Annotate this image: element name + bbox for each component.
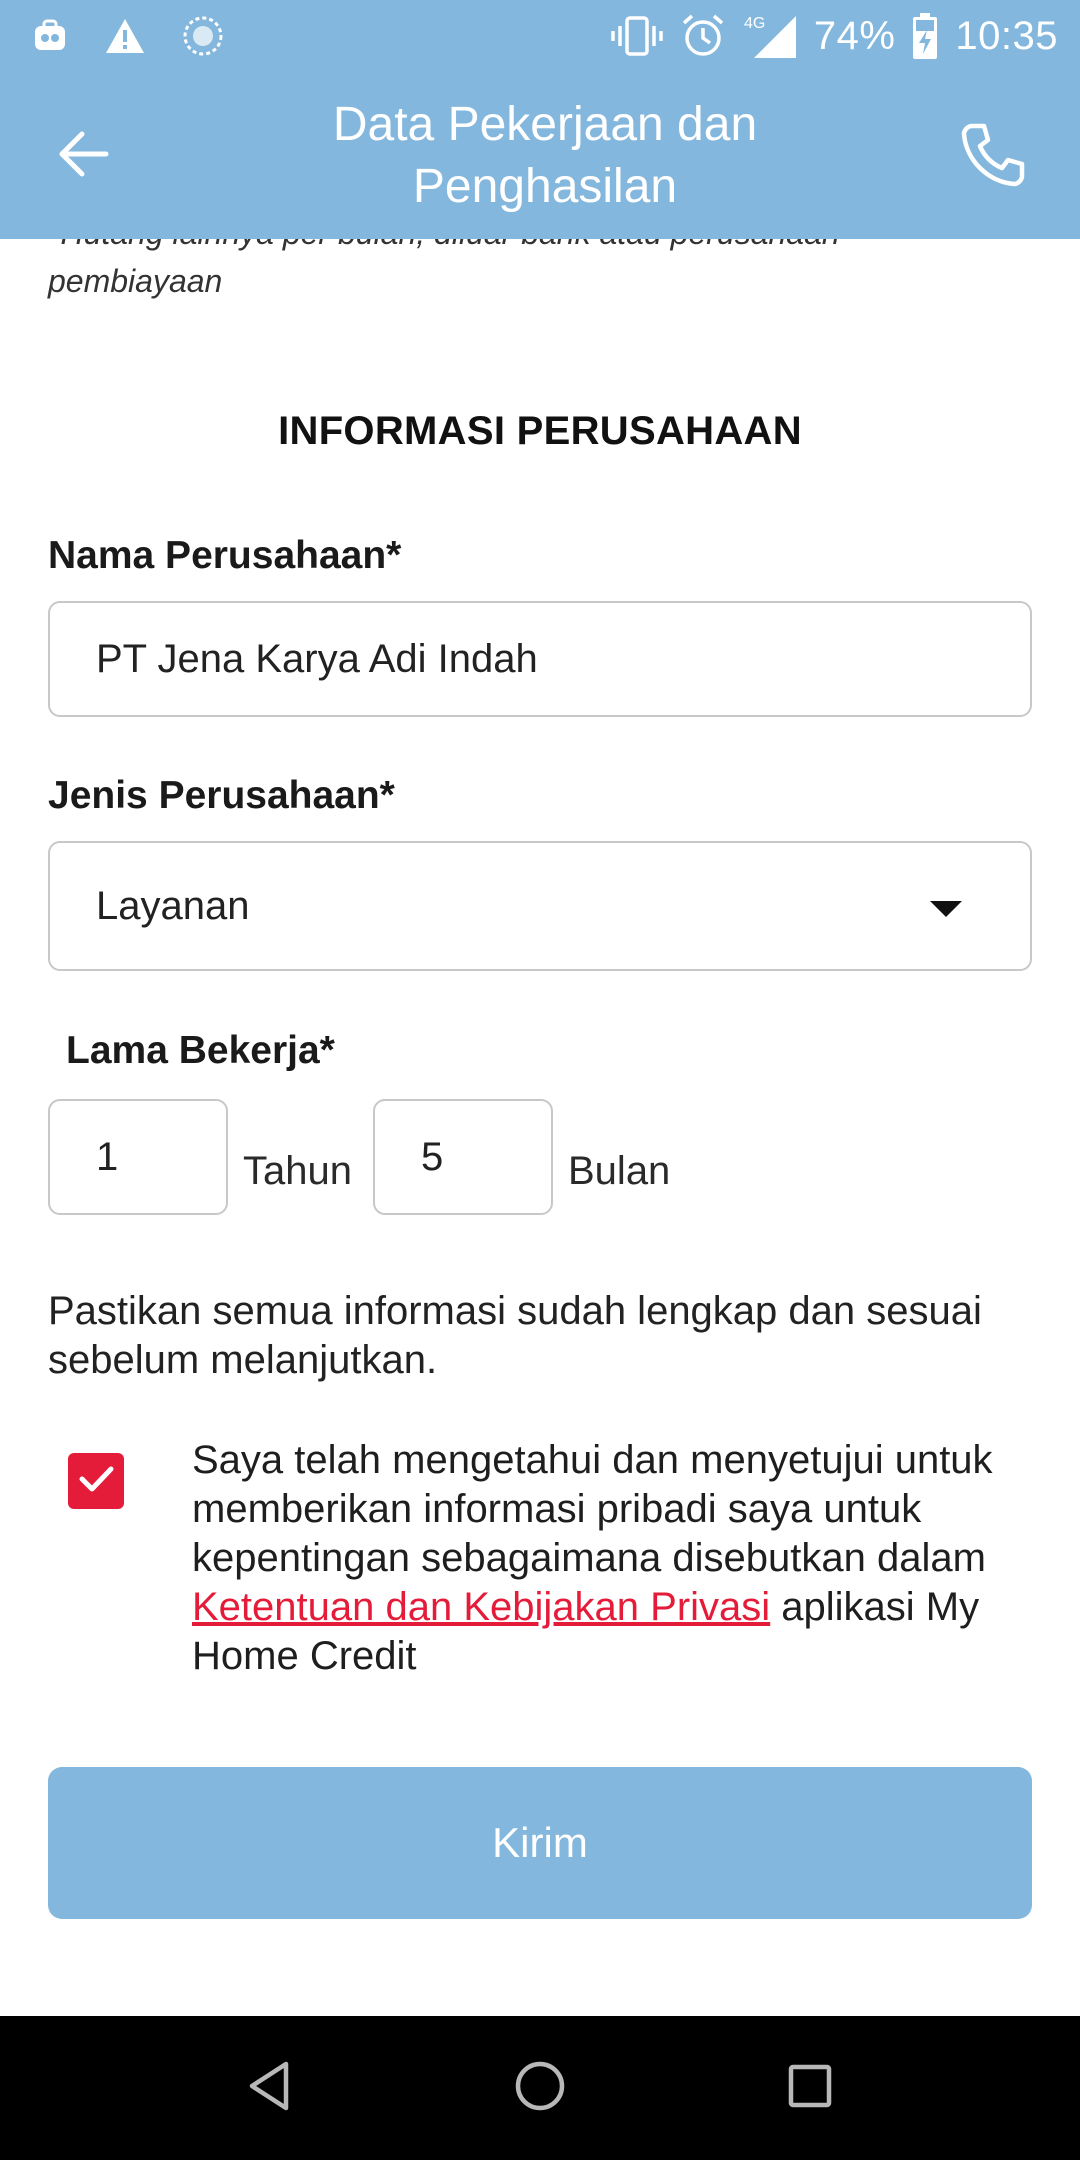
company-type-value: Layanan bbox=[96, 883, 250, 928]
years-unit-label: Tahun bbox=[243, 1149, 352, 1193]
back-arrow-icon bbox=[56, 126, 112, 187]
company-name-label: Nama Perusahaan* bbox=[48, 534, 402, 577]
completeness-notice: Pastikan semua informasi sudah lengkap d… bbox=[48, 1289, 982, 1382]
page-title-line2: Penghasilan bbox=[412, 160, 678, 213]
years-input[interactable]: 1 bbox=[48, 1099, 228, 1215]
nav-back-button[interactable] bbox=[230, 2048, 310, 2128]
dropdown-arrow-icon bbox=[930, 901, 962, 917]
back-triangle-icon bbox=[246, 2060, 294, 2117]
home-circle-icon bbox=[513, 2059, 567, 2118]
nav-home-button[interactable] bbox=[500, 2048, 580, 2128]
months-unit-label: Bulan bbox=[568, 1149, 671, 1193]
privacy-policy-link[interactable]: Ketentuan dan Kebijakan Privasi bbox=[192, 1585, 770, 1629]
months-value: 5 bbox=[421, 1134, 444, 1179]
company-type-label: Jenis Perusahaan* bbox=[48, 774, 395, 817]
consent-text: Saya telah mengetahui dan menyetujui unt… bbox=[192, 1436, 1042, 1681]
recents-square-icon bbox=[787, 2063, 833, 2114]
section-title: INFORMASI PERUSAHAAN bbox=[278, 409, 802, 453]
company-type-dropdown[interactable]: Layanan bbox=[48, 841, 1032, 971]
app-notification-icon bbox=[32, 18, 68, 54]
clock: 10:35 bbox=[955, 13, 1058, 58]
sync-icon bbox=[182, 15, 224, 57]
form-content[interactable]: *Hutang lainnya per bulan, diluar bank a… bbox=[0, 239, 1080, 2016]
consent-checkbox[interactable] bbox=[68, 1453, 124, 1509]
app-bar: Data Pekerjaan dan Penghasilan bbox=[0, 72, 1080, 239]
signal-icon: 4G bbox=[742, 12, 798, 60]
submit-button-label: Kirim bbox=[492, 1819, 588, 1866]
previous-field-note-line1: *Hutang lainnya per bulan, diluar bank a… bbox=[48, 239, 1048, 257]
status-bar: 4G 74% 10:35 bbox=[0, 0, 1080, 72]
warning-icon bbox=[104, 17, 146, 55]
phone-icon bbox=[958, 118, 1030, 195]
page-title: Data Pekerjaan dan Penghasilan bbox=[200, 94, 890, 218]
months-input[interactable]: 5 bbox=[373, 1099, 553, 1215]
alarm-icon bbox=[680, 13, 726, 59]
work-duration-label: Lama Bekerja* bbox=[66, 1029, 335, 1072]
checkmark-icon bbox=[75, 1458, 117, 1505]
vibrate-icon bbox=[610, 14, 664, 58]
previous-field-note-line2: pembiayaan bbox=[48, 263, 223, 299]
company-name-value: PT Jena Karya Adi Indah bbox=[96, 636, 538, 681]
system-navigation-bar bbox=[0, 2016, 1080, 2160]
battery-charging-icon bbox=[911, 12, 939, 60]
years-value: 1 bbox=[96, 1134, 119, 1179]
back-button[interactable] bbox=[44, 116, 124, 196]
consent-text-main: Saya telah mengetahui dan menyetujui unt… bbox=[192, 1438, 993, 1580]
company-name-field[interactable]: PT Jena Karya Adi Indah bbox=[48, 601, 1032, 717]
status-left-icons bbox=[32, 12, 224, 60]
previous-field-note: *Hutang lainnya per bulan, diluar bank a… bbox=[48, 239, 1048, 305]
network-type-label: 4G bbox=[744, 15, 765, 32]
call-button[interactable] bbox=[952, 114, 1036, 198]
battery-percent: 74% bbox=[813, 13, 896, 58]
submit-button[interactable]: Kirim bbox=[48, 1767, 1032, 1919]
status-right-icons: 4G 74% 10:35 bbox=[610, 0, 1058, 72]
page-title-line1: Data Pekerjaan dan bbox=[332, 98, 758, 151]
nav-recents-button[interactable] bbox=[770, 2048, 850, 2128]
